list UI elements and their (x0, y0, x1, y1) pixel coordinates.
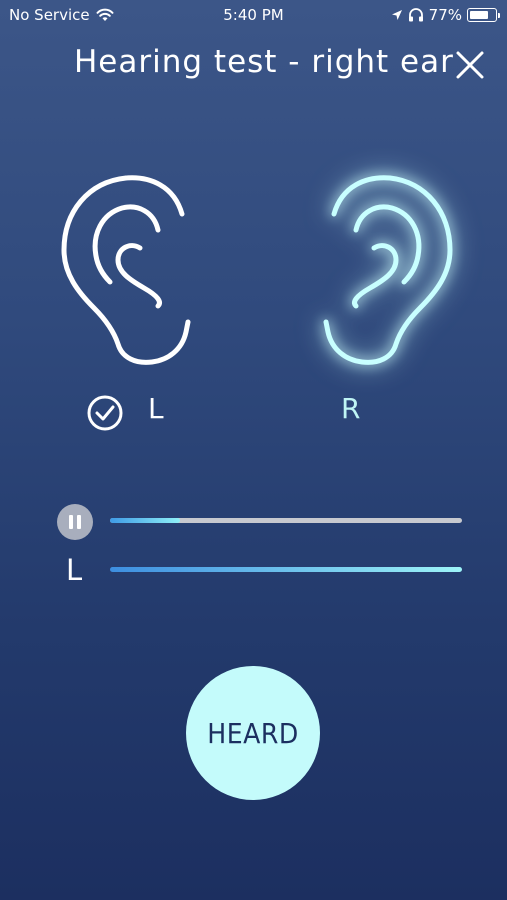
status-bar: No Service 5:40 PM 77% (0, 0, 507, 30)
pause-button[interactable] (57, 504, 93, 540)
battery-icon (467, 8, 500, 22)
left-ear-illustration (58, 172, 192, 370)
level-bar[interactable] (110, 567, 462, 572)
location-arrow-icon (391, 10, 402, 20)
pause-icon (69, 515, 73, 529)
page-title: Hearing test - right ear (74, 44, 454, 80)
close-icon[interactable] (453, 48, 487, 82)
tone-progress-fill (110, 518, 181, 523)
left-ear-icon (61, 175, 191, 365)
level-label: L (66, 553, 83, 587)
right-ear-icon (323, 175, 453, 365)
right-ear-illustration (322, 172, 456, 370)
right-ear-label: R (341, 392, 361, 425)
check-circle-icon (87, 395, 123, 431)
status-right: 77% (391, 6, 500, 24)
battery-percent: 77% (428, 6, 462, 24)
tone-progress-bar (110, 518, 462, 523)
left-ear-label: L (148, 392, 164, 425)
heard-button[interactable]: HEARD (186, 666, 320, 800)
headphones-icon (408, 8, 423, 22)
